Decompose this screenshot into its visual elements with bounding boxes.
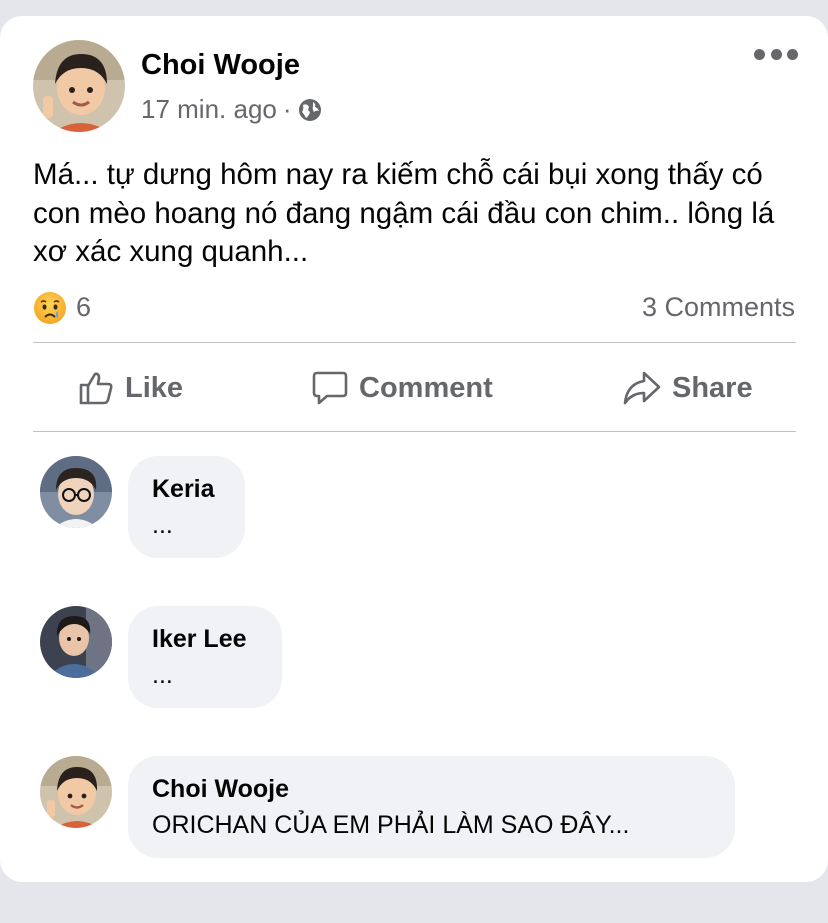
comment-author[interactable]: Choi Wooje: [152, 774, 711, 804]
share-button[interactable]: Share: [622, 366, 753, 410]
commenter-avatar[interactable]: [40, 606, 112, 678]
share-label: Share: [672, 371, 753, 404]
post-time[interactable]: 17 min. ago: [141, 94, 277, 125]
like-label: Like: [125, 371, 184, 404]
commenter-avatar[interactable]: [40, 456, 112, 528]
share-arrow-icon: [623, 371, 661, 405]
comment-bubble-icon: [312, 371, 348, 405]
globe-icon[interactable]: [298, 98, 322, 122]
post-meta: 17 min. ago ·: [141, 94, 322, 125]
comment-author[interactable]: Iker Lee: [152, 624, 258, 654]
reaction-count[interactable]: 6: [76, 292, 91, 323]
divider: [33, 431, 796, 432]
meta-separator: ·: [282, 94, 292, 124]
like-button[interactable]: Like: [77, 366, 183, 410]
commenter-avatar[interactable]: [40, 756, 112, 828]
author-avatar[interactable]: [33, 40, 125, 132]
comment-text: ...: [152, 661, 173, 689]
thumbs-up-icon: [79, 372, 113, 405]
comment-label: Comment: [359, 371, 493, 404]
comment-bubble[interactable]: Iker Lee ...: [128, 606, 282, 708]
comment-button[interactable]: Comment: [311, 366, 493, 410]
comments-count[interactable]: 3 Comments: [642, 292, 795, 323]
comment-text: ORICHAN CỦA EM PHẢI LÀM SAO ĐÂY...: [152, 811, 630, 839]
post-card: Choi Wooje 17 min. ago · Má... tự dưng h…: [0, 16, 828, 882]
more-options-icon[interactable]: [754, 46, 798, 62]
post-text: Má... tự dưng hôm nay ra kiếm chỗ cái bụ…: [33, 158, 775, 268]
comment-author[interactable]: Keria: [152, 474, 221, 504]
post-author-name[interactable]: Choi Wooje: [141, 49, 300, 82]
comment-bubble[interactable]: Keria ...: [128, 456, 245, 558]
divider: [33, 342, 796, 343]
sad-emoji-icon[interactable]: [33, 291, 67, 325]
comment-text: ...: [152, 511, 173, 539]
comment-bubble[interactable]: Choi Wooje ORICHAN CỦA EM PHẢI LÀM SAO Đ…: [128, 756, 735, 858]
